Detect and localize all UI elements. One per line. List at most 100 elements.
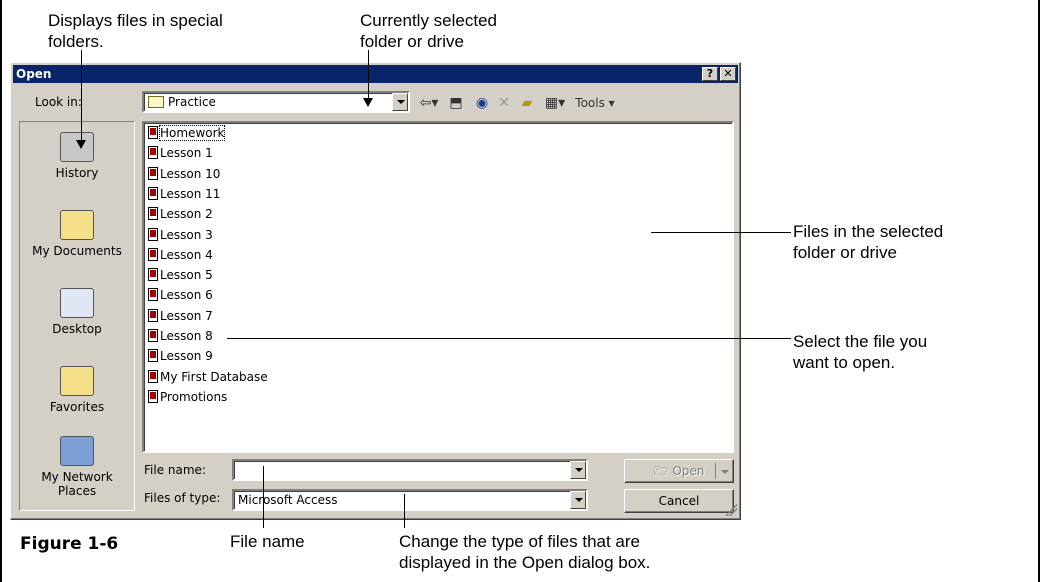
- search-web-icon: ◉: [475, 95, 489, 111]
- places-item-label: My Documents: [32, 244, 122, 258]
- file-list-item[interactable]: Lesson 2: [148, 206, 213, 224]
- cancel-button[interactable]: Cancel: [624, 489, 734, 513]
- leader-special-folders: [81, 50, 82, 140]
- file-list-item-label: Lesson 10: [160, 166, 221, 181]
- file-list-item-label: Lesson 2: [160, 207, 213, 222]
- arrow-special-folders: [76, 140, 86, 149]
- back-button[interactable]: ⇦▾: [416, 94, 442, 112]
- look-in-dropdown-button[interactable]: [392, 93, 408, 111]
- file-list-item[interactable]: Homework: [148, 125, 226, 143]
- access-file-icon: [148, 288, 158, 302]
- file-list-item[interactable]: Promotions: [148, 389, 227, 407]
- network-places-icon: [60, 436, 94, 466]
- file-name-input[interactable]: [232, 459, 588, 481]
- look-in-value: Practice: [168, 95, 216, 109]
- file-name-label: File name:: [144, 463, 206, 477]
- file-list-item[interactable]: Lesson 9: [148, 348, 213, 366]
- leader-file-name: [263, 466, 264, 528]
- views-button[interactable]: ▦▾: [541, 94, 569, 112]
- look-in-label: Look in:: [35, 95, 82, 109]
- back-arrow-icon: ⇦: [419, 95, 432, 111]
- access-file-icon: [148, 329, 158, 342]
- help-button[interactable]: ?: [702, 67, 718, 81]
- close-button[interactable]: ✕: [720, 67, 736, 81]
- file-list-item-label: Lesson 7: [160, 308, 213, 323]
- files-of-type-dropdown-button[interactable]: [570, 491, 586, 509]
- open-button[interactable]: 🗁 Open: [624, 459, 734, 483]
- places-item[interactable]: My Network Places: [20, 436, 134, 498]
- access-file-icon: [148, 268, 158, 282]
- access-file-icon: [148, 207, 158, 221]
- callout-current-folder: Currently selected folder or drive: [360, 11, 498, 51]
- tools-menu[interactable]: Tools ▾: [571, 94, 619, 112]
- file-list-item[interactable]: Lesson 4: [148, 247, 213, 265]
- figure-label: Figure 1-6: [20, 534, 119, 554]
- my-documents-icon: [60, 210, 94, 240]
- file-list-item-label: Lesson 9: [160, 349, 213, 364]
- callout-change-type: Change the type of files that are displa…: [399, 532, 651, 572]
- places-item-label: History: [55, 166, 99, 180]
- create-new-folder-button[interactable]: ▰: [517, 94, 537, 112]
- places-item[interactable]: Desktop: [20, 288, 134, 336]
- file-list-item-label: Lesson 1: [160, 146, 213, 161]
- folder-up-icon: ⬒: [449, 95, 463, 111]
- places-item[interactable]: My Documents: [20, 210, 134, 258]
- leader-change-type: [404, 494, 405, 528]
- file-list-item[interactable]: Lesson 7: [148, 308, 213, 326]
- places-item-label: Favorites: [49, 400, 105, 414]
- folder-icon: [148, 95, 164, 108]
- file-list-item[interactable]: Lesson 8: [148, 328, 213, 346]
- file-list-item-label: Lesson 3: [160, 227, 213, 242]
- access-file-icon: [148, 308, 158, 322]
- file-list-item-label: Lesson 8: [160, 329, 213, 343]
- places-item[interactable]: Favorites: [20, 366, 134, 414]
- file-list-item[interactable]: My First Database: [148, 369, 268, 387]
- callout-file-name: File name: [230, 532, 305, 551]
- dialog-titlebar: Open ? ✕: [13, 65, 738, 83]
- file-list-item-label: My First Database: [160, 369, 268, 384]
- leader-current-folder: [368, 50, 369, 98]
- file-list-item-label: Lesson 11: [160, 186, 221, 201]
- file-list-item-label: Homework: [158, 125, 226, 141]
- access-file-icon: [148, 126, 158, 139]
- file-list[interactable]: Homework Lesson 1 Lesson 10 Lesson 11 Lesson…: [142, 121, 734, 453]
- open-dialog: Open ? ✕ Look in: Practice ⇦▾ ⬒ ◉ ✕ ▰ ▦▾…: [10, 62, 741, 520]
- up-one-level-button[interactable]: ⬒: [447, 94, 465, 112]
- access-file-icon: [148, 227, 158, 241]
- files-of-type-label: Files of type:: [144, 491, 221, 505]
- callout-special-folders: Displays files in special folders.: [48, 11, 223, 51]
- dialog-title: Open: [16, 67, 52, 81]
- file-list-item-label: Lesson 4: [160, 247, 213, 262]
- leader-files-in-folder: [651, 232, 791, 233]
- access-file-icon: [148, 369, 158, 383]
- leader-select-file: [227, 338, 791, 339]
- file-name-dropdown-button[interactable]: [570, 461, 586, 479]
- arrow-current-folder: [363, 98, 373, 107]
- file-list-item-label: Lesson 6: [160, 288, 213, 303]
- file-list-item[interactable]: Lesson 5: [148, 267, 213, 285]
- open-options-icon: [721, 470, 729, 474]
- delete-icon: ✕: [498, 95, 510, 111]
- files-of-type-select[interactable]: Microsoft Access: [232, 489, 588, 511]
- callout-files-in-folder: Files in the selected folder or drive: [793, 222, 944, 262]
- resize-grip[interactable]: [725, 504, 737, 516]
- file-list-item[interactable]: Lesson 11: [148, 186, 220, 204]
- places-item-label: Desktop: [52, 322, 102, 336]
- favorites-icon: [60, 366, 94, 396]
- access-file-icon: [148, 186, 158, 200]
- places-item-label: My Network Places: [41, 470, 113, 498]
- search-web-button[interactable]: ◉: [473, 94, 491, 112]
- delete-button[interactable]: ✕: [495, 94, 513, 112]
- access-file-icon: [148, 389, 158, 403]
- file-list-item[interactable]: Lesson 3: [148, 227, 213, 245]
- file-list-item-label: Lesson 5: [160, 268, 213, 283]
- places-bar: History My Documents Desktop Favorites My Ne…: [19, 121, 135, 511]
- views-icon: ▦: [544, 95, 559, 111]
- file-list-item[interactable]: Lesson 10: [148, 166, 220, 184]
- new-folder-icon: ▰: [521, 95, 533, 111]
- callout-select-file: Select the file you want to open.: [793, 332, 928, 372]
- file-list-item[interactable]: Lesson 1: [148, 145, 213, 163]
- open-folder-icon: 🗁: [653, 464, 669, 478]
- file-list-item[interactable]: Lesson 6: [148, 287, 213, 305]
- desktop-icon: [60, 288, 94, 318]
